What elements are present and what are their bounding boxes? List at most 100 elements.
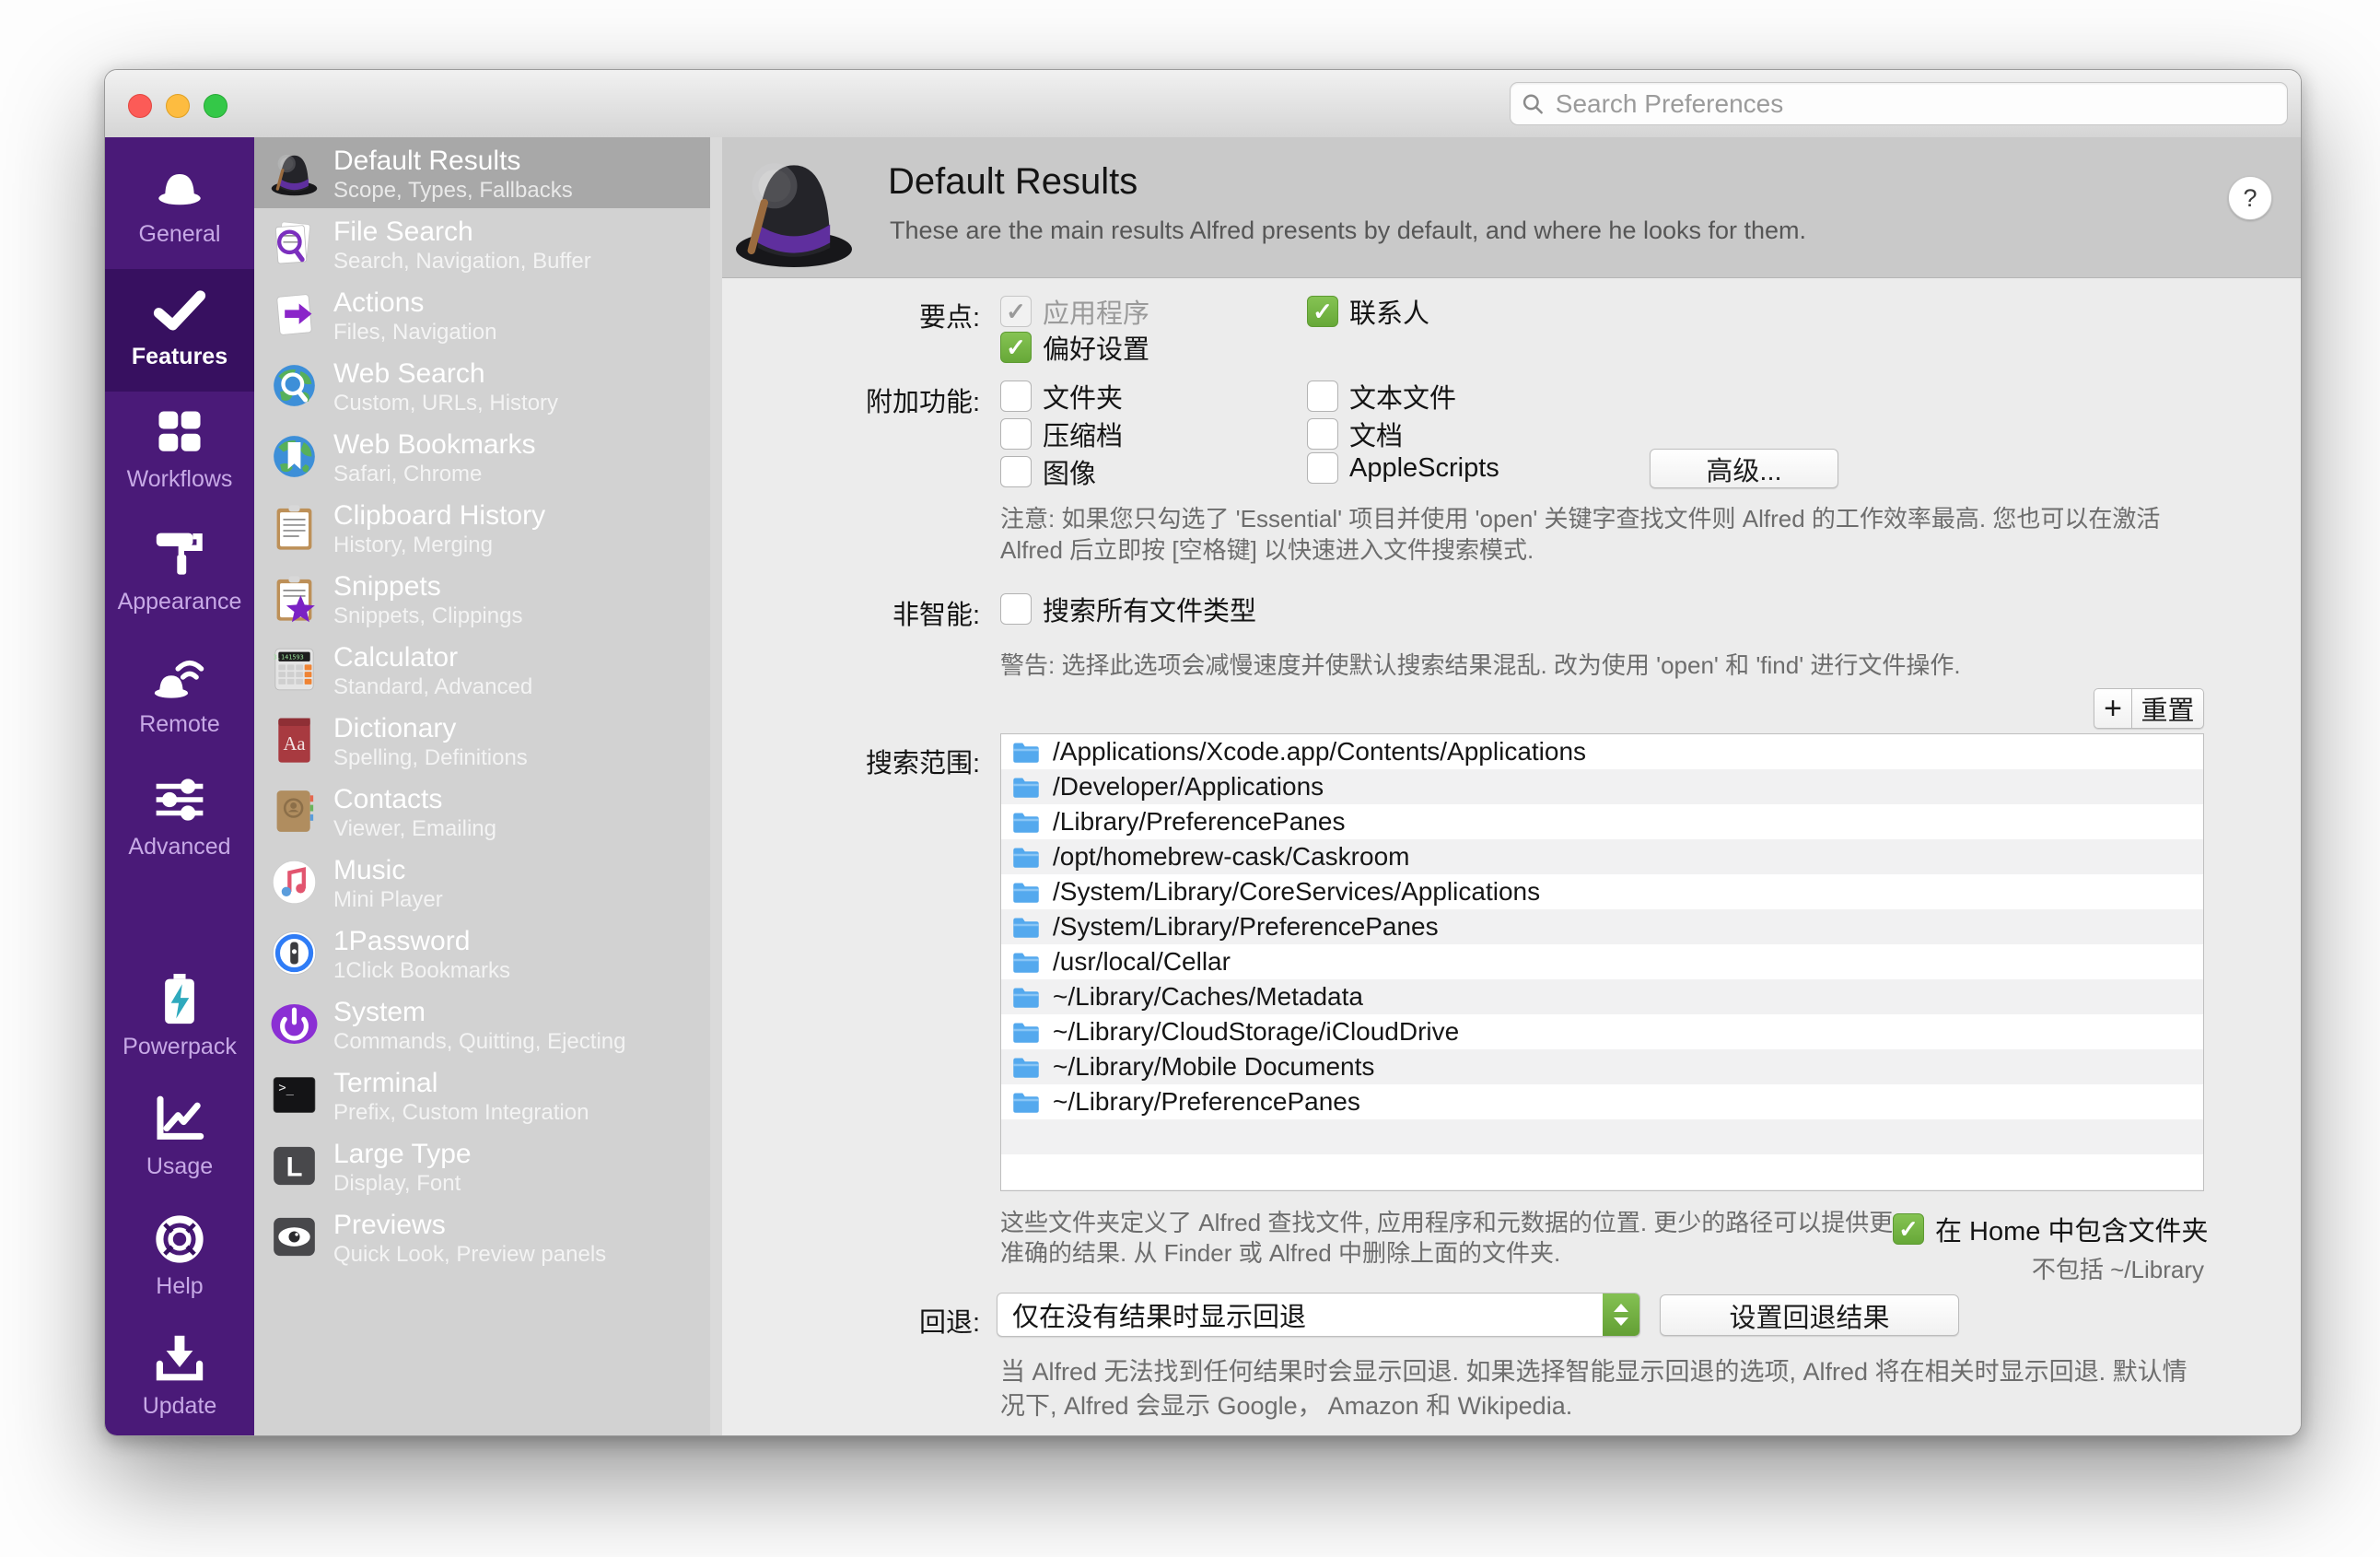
help-button[interactable]: ? [2228, 176, 2272, 220]
scope-row[interactable]: /Developer/Applications [1001, 769, 2203, 804]
checkbox-label[interactable]: 文档 [1349, 415, 1403, 453]
sidebar-item-advanced[interactable]: Advanced [105, 759, 254, 882]
scope-row[interactable]: /System/Library/CoreServices/Application… [1001, 874, 2203, 909]
sidebar-item-powerpack[interactable]: Powerpack [105, 959, 254, 1082]
grid-icon [151, 406, 208, 458]
sidebar-item-label: Usage [146, 1153, 213, 1180]
search-icon [1522, 92, 1545, 116]
list-item-terminal[interactable]: >_ Terminal Prefix, Custom Integration [254, 1059, 722, 1130]
list-item-web-search[interactable]: Web Search Custom, URLs, History [254, 350, 722, 421]
list-item-title: Contacts [333, 784, 442, 815]
checkbox-label[interactable]: 图像 [1043, 452, 1096, 491]
scope-row[interactable]: /opt/homebrew-cask/Caskroom [1001, 839, 2203, 874]
checkbox-label[interactable]: 文本文件 [1349, 377, 1456, 416]
checkmark-icon [151, 284, 208, 335]
checkbox-checked[interactable]: ✓ [1000, 332, 1032, 363]
svg-text:L: L [286, 1153, 303, 1183]
checkbox-applications[interactable]: ✓ 应用程序 [1000, 292, 1149, 331]
checkbox-checked[interactable]: ✓ [1307, 296, 1338, 327]
list-item-web-bookmarks[interactable]: Web Bookmarks Safari, Chrome [254, 421, 722, 492]
preferences-search-field[interactable] [1510, 82, 2288, 125]
checkbox-unchecked[interactable] [1000, 456, 1032, 487]
sidebar-item-appearance[interactable]: Appearance [105, 514, 254, 637]
checkbox-label[interactable]: 在 Home 中包含文件夹 [1935, 1210, 2208, 1248]
fallbacks-dropdown[interactable]: 仅在没有结果时显示回退 [997, 1293, 1640, 1337]
checkbox-label[interactable]: 压缩档 [1043, 415, 1123, 453]
scope-row[interactable]: /usr/local/Cellar [1001, 944, 2203, 979]
checkbox-label[interactable]: 搜索所有文件类型 [1043, 590, 1256, 628]
list-item-actions[interactable]: Actions Files, Navigation [254, 279, 722, 350]
list-item-subtitle: 1Click Bookmarks [333, 958, 510, 984]
list-item-1password[interactable]: 1Password 1Click Bookmarks [254, 918, 722, 989]
list-scrollbar-track[interactable] [710, 137, 722, 1435]
checkbox-documents[interactable]: 文档 [1307, 415, 1403, 453]
checkbox-preferences[interactable]: ✓ 偏好设置 [1000, 328, 1149, 367]
scope-row[interactable]: ~/Library/Mobile Documents [1001, 1049, 2203, 1084]
checkbox-search-all-file-types[interactable]: 搜索所有文件类型 [1000, 590, 1256, 628]
checkbox-unchecked[interactable] [1000, 380, 1032, 412]
list-item-dictionary[interactable]: Aa Dictionary Spelling, Definitions [254, 705, 722, 776]
checkbox-applescripts[interactable]: AppleScripts [1307, 452, 1499, 484]
checkbox-label[interactable]: 偏好设置 [1043, 328, 1149, 367]
checkbox-unchecked[interactable] [1000, 418, 1032, 450]
checkbox-contacts[interactable]: ✓ 联系人 [1307, 292, 1429, 331]
sidebar-item-help[interactable]: Help [105, 1199, 254, 1321]
checkbox-label[interactable]: 文件夹 [1043, 377, 1123, 416]
scope-list-actions: + 重置 [2094, 688, 2204, 729]
checkbox-unchecked[interactable] [1307, 418, 1338, 450]
list-item-snippets[interactable]: Snippets Snippets, Clippings [254, 563, 722, 634]
list-item-contacts[interactable]: Contacts Viewer, Emailing [254, 776, 722, 847]
search-scope-list: /Applications/Xcode.app/Contents/Applica… [1000, 733, 2204, 1191]
checkbox-unchecked[interactable] [1307, 452, 1338, 484]
list-item-large-type[interactable]: L Large Type Display, Font [254, 1130, 722, 1201]
list-item-clipboard-history[interactable]: Clipboard History History, Merging [254, 492, 722, 563]
list-item-title: Music [333, 855, 405, 886]
minimize-window-button[interactable] [166, 94, 190, 118]
close-window-button[interactable] [128, 94, 152, 118]
list-item-system[interactable]: System Commands, Quitting, Ejecting [254, 989, 722, 1059]
sidebar-item-remote[interactable]: Remote [105, 637, 254, 759]
scope-row[interactable]: /Applications/Xcode.app/Contents/Applica… [1001, 734, 2203, 769]
checkbox-archives[interactable]: 压缩档 [1000, 415, 1123, 453]
reset-button[interactable]: 重置 [2132, 688, 2204, 729]
dictionary-book-icon: Aa [269, 715, 320, 766]
sidebar-item-usage[interactable]: Usage [105, 1079, 254, 1201]
sidebar-item-features[interactable]: Features [105, 269, 254, 392]
scope-row[interactable]: ~/Library/CloudStorage/iCloudDrive [1001, 1014, 2203, 1049]
checkbox-unchecked[interactable] [1000, 593, 1032, 625]
advanced-button[interactable]: 高级... [1650, 449, 1838, 488]
sliders-icon [151, 774, 208, 825]
list-item-default-results[interactable]: Default Results Scope, Types, Fallbacks [254, 137, 722, 208]
list-item-calculator[interactable]: 3.141593 Calculator Standard, Advanced [254, 634, 722, 705]
list-item-subtitle: Snippets, Clippings [333, 603, 522, 629]
checkbox-checked[interactable]: ✓ [1893, 1213, 1924, 1245]
search-input[interactable] [1554, 88, 2276, 120]
list-item-title: Actions [333, 287, 424, 319]
list-item-file-search[interactable]: File Search Search, Navigation, Buffer [254, 208, 722, 279]
list-item-previews[interactable]: Previews Quick Look, Preview panels [254, 1201, 722, 1272]
list-item-title: Previews [333, 1210, 446, 1241]
page-subtitle: These are the main results Alfred presen… [890, 217, 1806, 245]
sidebar-item-workflows[interactable]: Workflows [105, 392, 254, 514]
scope-row[interactable]: ~/Library/Caches/Metadata [1001, 979, 2203, 1014]
checkbox-folders[interactable]: 文件夹 [1000, 377, 1123, 416]
sidebar-item-update[interactable]: Update [105, 1318, 254, 1436]
checkbox-include-home[interactable]: ✓ 在 Home 中包含文件夹 [1893, 1210, 2208, 1248]
checkbox-label[interactable]: AppleScripts [1349, 453, 1499, 484]
svg-text:Aa: Aa [283, 734, 305, 755]
zoom-window-button[interactable] [204, 94, 228, 118]
add-folder-button[interactable]: + [2094, 688, 2132, 729]
scope-row[interactable]: /Library/PreferencePanes [1001, 804, 2203, 839]
folder-icon [1012, 881, 1040, 904]
sidebar-item-general[interactable]: General [105, 146, 254, 269]
titlebar[interactable] [105, 70, 2301, 138]
list-item-music[interactable]: Music Mini Player [254, 847, 722, 918]
checkbox-label[interactable]: 联系人 [1349, 292, 1429, 331]
checkbox-unchecked[interactable] [1307, 380, 1338, 412]
checkbox-images[interactable]: 图像 [1000, 452, 1096, 491]
setup-fallbacks-button[interactable]: 设置回退结果 [1660, 1294, 1959, 1336]
scope-row[interactable]: ~/Library/PreferencePanes [1001, 1084, 2203, 1119]
scope-row[interactable]: /System/Library/PreferencePanes [1001, 909, 2203, 944]
clipboard-icon [269, 502, 320, 553]
checkbox-text-files[interactable]: 文本文件 [1307, 377, 1456, 416]
